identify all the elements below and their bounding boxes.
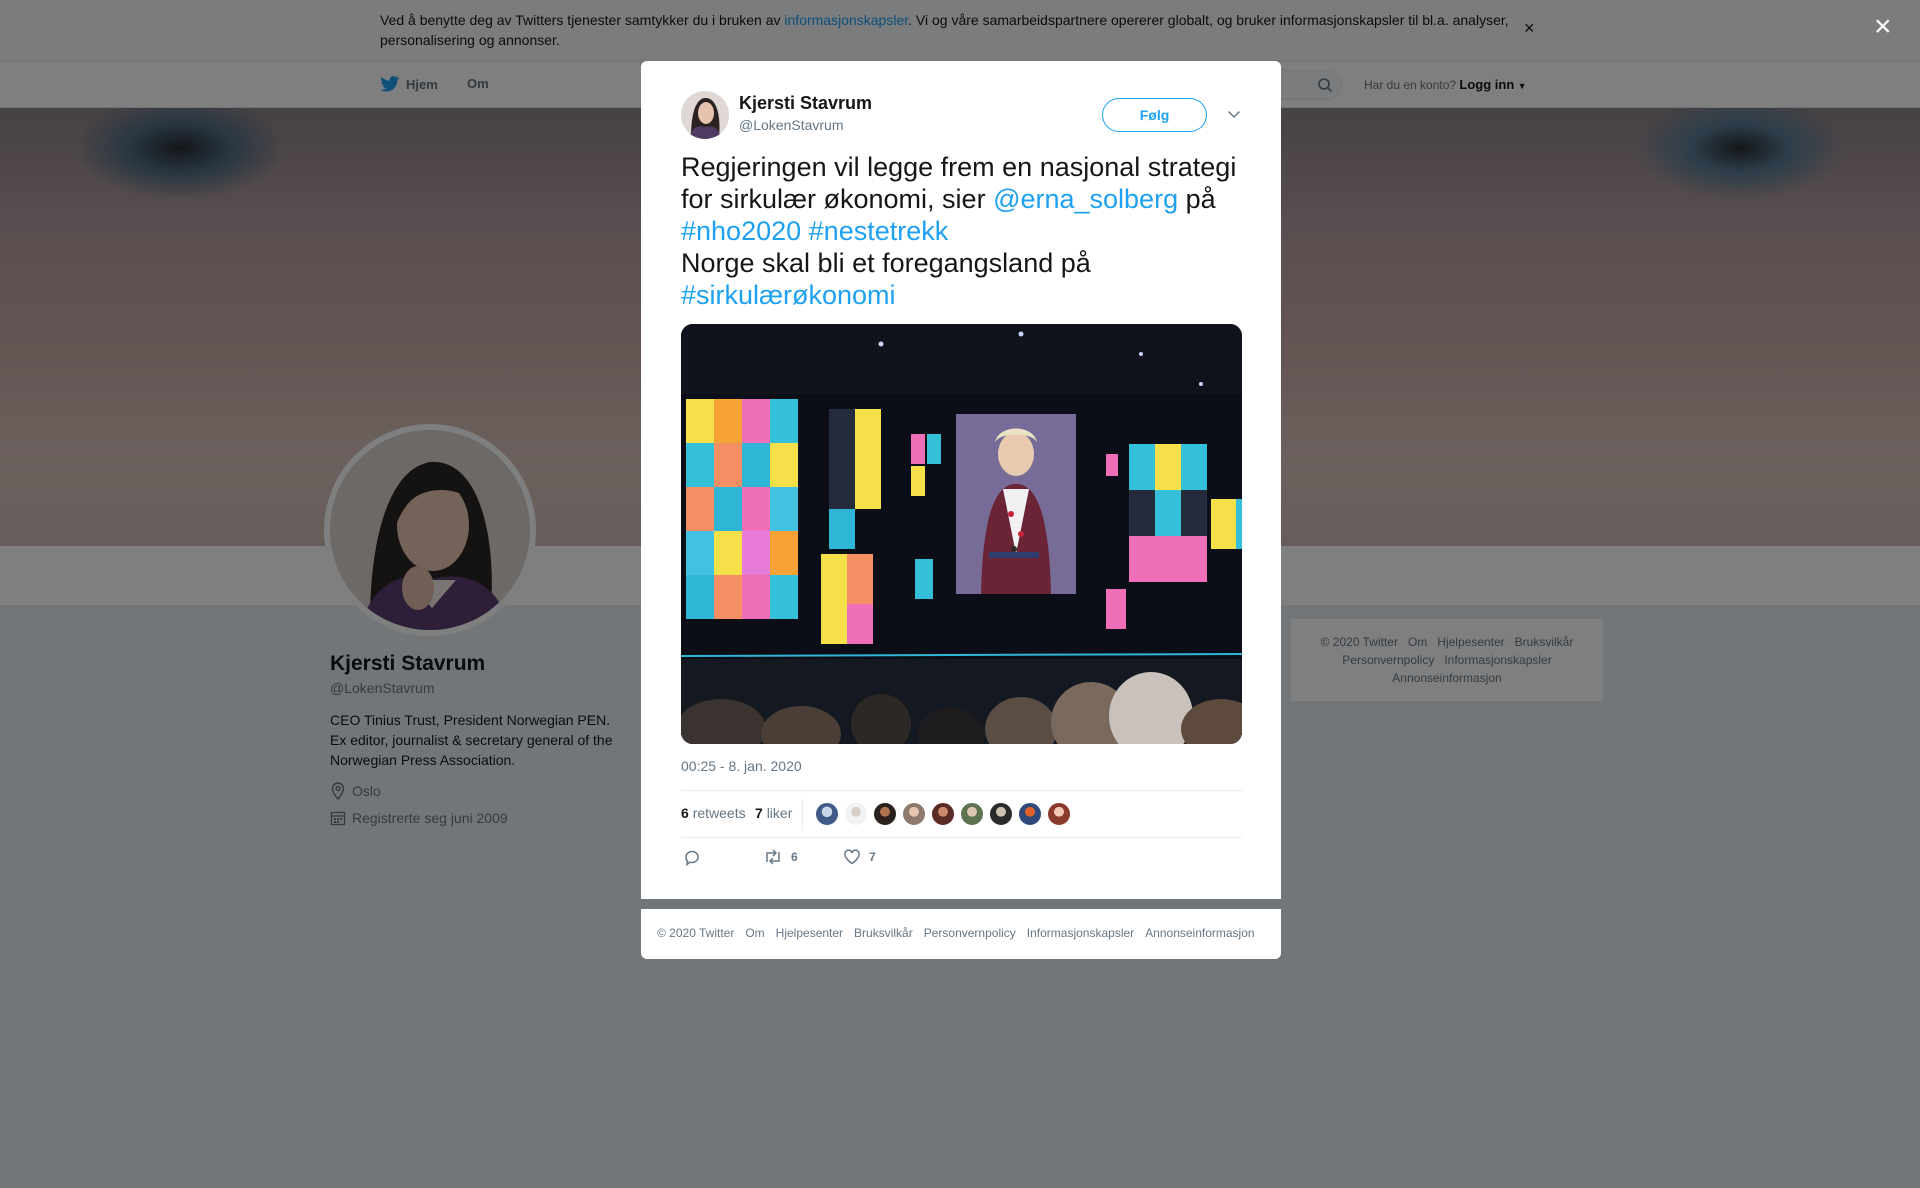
tweet-text-part: Norge skal bli et foregangsland på <box>681 248 1091 278</box>
likes-stat[interactable]: 7 liker <box>755 805 792 821</box>
tweet-author-name[interactable]: Kjersti Stavrum <box>739 93 872 114</box>
mention-link[interactable]: @erna_solberg <box>993 184 1178 214</box>
reply-button[interactable] <box>683 849 701 867</box>
close-icon[interactable]: × <box>1874 12 1892 42</box>
likes-count: 7 <box>755 805 763 821</box>
like-button[interactable]: 7 <box>843 849 876 865</box>
stats-divider <box>802 799 803 831</box>
heart-icon <box>844 849 860 865</box>
liker-avatar[interactable] <box>1018 802 1042 826</box>
tweet-photo[interactable] <box>681 324 1242 744</box>
reply-icon <box>685 850 699 867</box>
liker-avatar[interactable] <box>931 802 955 826</box>
footer-link-privacy[interactable]: Personvernpolicy <box>924 926 1016 940</box>
tweet-actions: 6 7 <box>681 847 1242 873</box>
author-portrait-image <box>681 91 729 139</box>
chevron-down-icon[interactable] <box>1227 106 1241 124</box>
hashtag-link[interactable]: #nestetrekk <box>809 216 949 246</box>
retweets-label: retweets <box>692 805 746 821</box>
like-count: 7 <box>869 850 876 864</box>
liker-avatar[interactable] <box>815 802 839 826</box>
tweet-author-handle[interactable]: @LokenStavrum <box>739 117 843 133</box>
tweet-stats: 6 retweets 7 liker <box>681 790 1242 838</box>
liker-avatar[interactable] <box>1047 802 1071 826</box>
footer-copyright: © 2020 Twitter <box>657 926 735 940</box>
retweet-button[interactable]: 6 <box>763 849 798 865</box>
stage-photo-image <box>681 324 1242 744</box>
liker-avatar[interactable] <box>989 802 1013 826</box>
liker-avatar[interactable] <box>844 802 868 826</box>
tweet-text-part: på <box>1178 184 1216 214</box>
footer-link-ads-info[interactable]: Annonseinformasjon <box>1145 926 1254 940</box>
follow-button[interactable]: Følg <box>1102 98 1207 132</box>
retweets-count: 6 <box>681 805 689 821</box>
tweet-timestamp[interactable]: 00:25 - 8. jan. 2020 <box>681 758 802 774</box>
tweet-text: Regjeringen vil legge frem en nasjonal s… <box>681 151 1241 311</box>
modal-footer: © 2020 Twitter Om Hjelpesenter Bruksvilkår P… <box>641 909 1281 959</box>
liker-avatars <box>815 802 1071 826</box>
retweets-stat[interactable]: 6 retweets <box>681 805 746 821</box>
tweet-author-avatar[interactable] <box>681 91 729 139</box>
retweet-icon <box>766 849 780 865</box>
footer-link-terms[interactable]: Bruksvilkår <box>854 926 913 940</box>
hashtag-link[interactable]: #nho2020 <box>681 216 801 246</box>
tweet-modal: Kjersti Stavrum @LokenStavrum Følg Regje… <box>641 61 1281 899</box>
likes-label: liker <box>766 805 793 821</box>
liker-avatar[interactable] <box>902 802 926 826</box>
footer-link-help[interactable]: Hjelpesenter <box>776 926 843 940</box>
liker-avatar[interactable] <box>960 802 984 826</box>
footer-link-cookies[interactable]: Informasjonskapsler <box>1027 926 1134 940</box>
liker-avatar[interactable] <box>873 802 897 826</box>
footer-link-about[interactable]: Om <box>745 926 764 940</box>
retweet-count: 6 <box>791 850 798 864</box>
hashtag-link[interactable]: #sirkulærøkonomi <box>681 280 896 310</box>
